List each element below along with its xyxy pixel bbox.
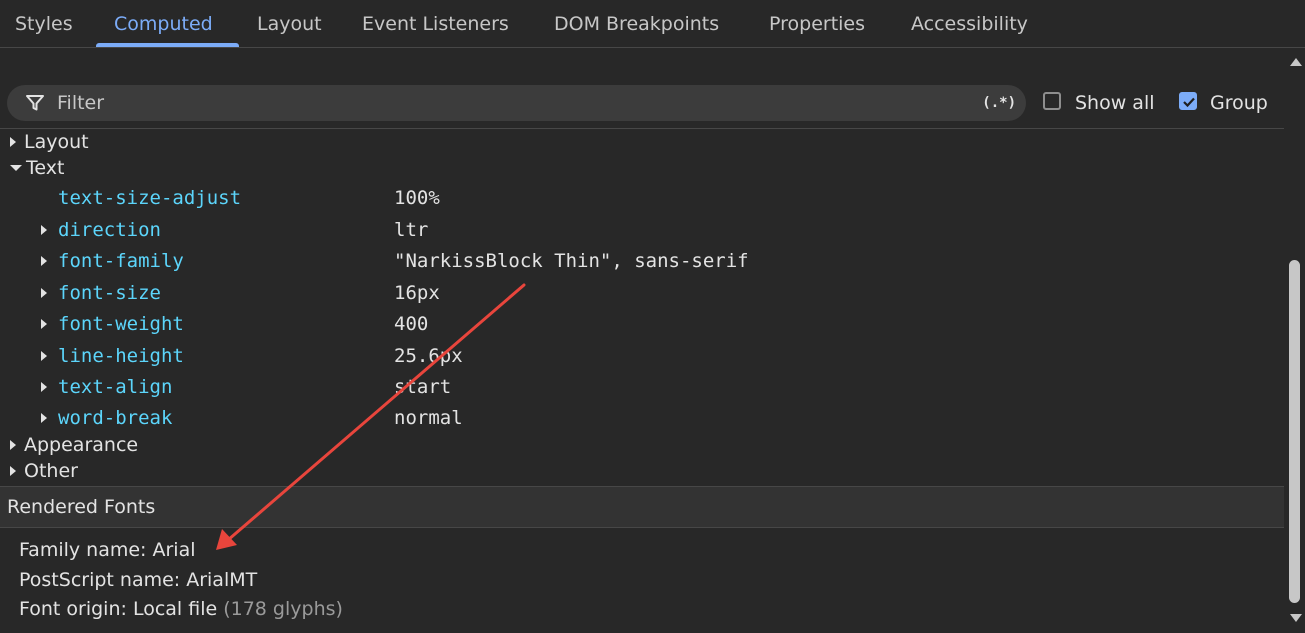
filter-placeholder: Filter: [57, 92, 105, 114]
expand-triangle-icon: [10, 465, 16, 476]
property-name: font-weight: [58, 313, 184, 335]
vertical-scrollbar[interactable]: [1284, 48, 1305, 633]
checkmark-icon: [1183, 97, 1195, 108]
expand-triangle-icon[interactable]: [41, 382, 47, 392]
font-origin: Font origin: Local file (178 glyphs): [19, 594, 343, 624]
funnel-icon: [26, 95, 44, 111]
group-text[interactable]: Text: [10, 155, 64, 181]
property-row-direction[interactable]: direction ltr: [0, 215, 1284, 246]
expand-triangle-icon: [10, 136, 16, 147]
glyph-count: (178 glyphs): [223, 598, 343, 620]
group-other-label: Other: [24, 460, 78, 482]
expand-triangle-icon[interactable]: [41, 319, 47, 329]
property-value: 400: [394, 313, 429, 335]
rendered-fonts-header: Rendered Fonts: [0, 486, 1284, 528]
font-origin-text: Font origin: Local file: [19, 598, 218, 620]
property-value: start: [394, 376, 452, 398]
property-value: ltr: [394, 219, 429, 241]
tab-styles[interactable]: Styles: [15, 0, 73, 47]
active-tab-indicator: [96, 43, 239, 47]
group-label[interactable]: Group: [1210, 85, 1268, 121]
filter-divider: [0, 128, 1284, 129]
property-value: normal: [394, 407, 463, 429]
property-value: 16px: [394, 282, 440, 304]
scrollbar-thumb[interactable]: [1289, 260, 1300, 603]
group-layout[interactable]: Layout: [10, 129, 89, 155]
tab-layout[interactable]: Layout: [257, 0, 322, 47]
property-row-font-family[interactable]: font-family "NarkissBlock Thin", sans-se…: [0, 246, 1284, 277]
font-postscript-name: PostScript name: ArialMT: [19, 569, 258, 591]
tab-accessibility[interactable]: Accessibility: [911, 0, 1028, 47]
expand-triangle-icon[interactable]: [41, 225, 47, 235]
property-value: 25.6px: [394, 345, 463, 367]
show-all-checkbox[interactable]: [1043, 92, 1061, 110]
group-other[interactable]: Other: [10, 458, 78, 484]
scroll-up-arrow-icon[interactable]: [1290, 58, 1302, 66]
group-appearance-label: Appearance: [24, 434, 139, 456]
property-value: "NarkissBlock Thin", sans-serif: [394, 250, 749, 272]
property-row-font-size[interactable]: font-size 16px: [0, 278, 1284, 309]
property-name: line-height: [58, 345, 184, 367]
expand-triangle-icon[interactable]: [41, 288, 47, 298]
property-row-line-height[interactable]: line-height 25.6px: [0, 341, 1284, 372]
property-row-text-align[interactable]: text-align start: [0, 372, 1284, 403]
property-name: font-size: [58, 282, 161, 304]
filter-input[interactable]: Filter (.*): [7, 85, 1026, 121]
property-name: font-family: [58, 250, 184, 272]
scroll-down-arrow-icon[interactable]: [1290, 614, 1302, 622]
expand-triangle-icon: [10, 439, 16, 450]
group-text-label: Text: [26, 157, 65, 179]
property-value: 100%: [394, 187, 440, 209]
font-family-name: Family name: Arial: [19, 539, 196, 561]
panel-tab-bar: Styles Computed Layout Event Listeners D…: [0, 0, 1305, 48]
expand-triangle-icon[interactable]: [41, 256, 47, 266]
property-name: text-size-adjust: [58, 187, 242, 209]
collapse-triangle-icon: [10, 164, 22, 171]
property-name: word-break: [58, 407, 173, 429]
tab-computed[interactable]: Computed: [114, 0, 213, 47]
show-all-label[interactable]: Show all: [1075, 85, 1155, 121]
tab-dom-breakpoints[interactable]: DOM Breakpoints: [554, 0, 719, 47]
tab-event-listeners[interactable]: Event Listeners: [362, 0, 509, 47]
property-row-font-weight[interactable]: font-weight 400: [0, 309, 1284, 340]
property-name: direction: [58, 219, 161, 241]
regex-toggle-button[interactable]: (.*): [982, 85, 1016, 121]
property-name: text-align: [58, 376, 173, 398]
expand-triangle-icon[interactable]: [41, 413, 47, 423]
tab-properties[interactable]: Properties: [769, 0, 865, 47]
rendered-fonts-title: Rendered Fonts: [7, 496, 156, 518]
group-appearance[interactable]: Appearance: [10, 432, 138, 458]
property-row-text-size-adjust[interactable]: text-size-adjust 100%: [0, 183, 1284, 214]
property-row-word-break[interactable]: word-break normal: [0, 403, 1284, 434]
expand-triangle-icon[interactable]: [41, 351, 47, 361]
group-layout-label: Layout: [24, 131, 89, 153]
group-checkbox[interactable]: [1179, 92, 1197, 110]
